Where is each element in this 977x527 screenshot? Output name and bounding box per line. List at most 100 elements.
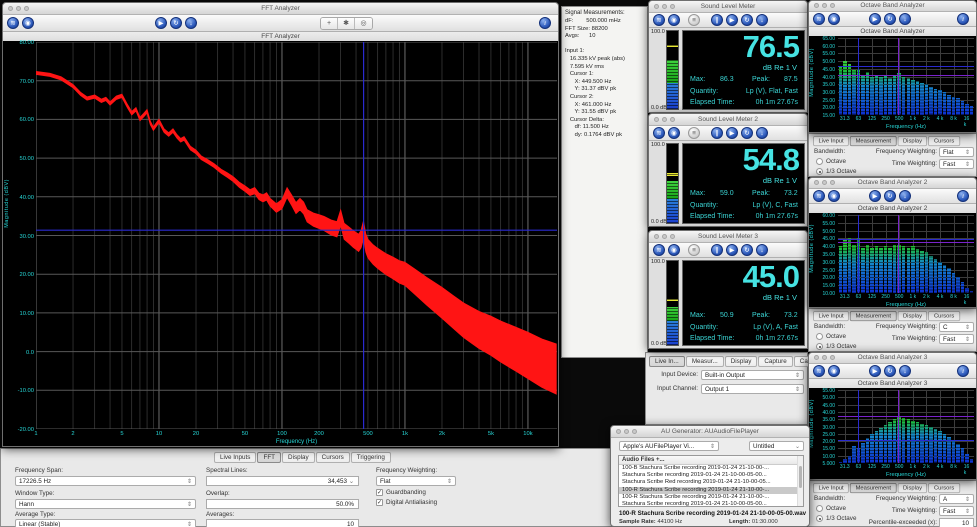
slm-titlebar[interactable]: Sound Level Meter 2 (649, 114, 807, 126)
vertical-cursor[interactable] (898, 38, 899, 115)
input-channel-select[interactable]: Output 1 ⇕ (701, 384, 804, 394)
save-button[interactable]: ↓ (756, 244, 768, 256)
play-button[interactable]: ▶ (726, 14, 738, 26)
close-button[interactable] (654, 4, 659, 9)
restart-button[interactable]: ↻ (884, 13, 896, 25)
oba-frequency-weighting-select[interactable]: A⇕ (939, 494, 974, 504)
tab-triggering[interactable]: Triggering (351, 452, 391, 463)
oba-plot[interactable] (838, 38, 974, 115)
tab-display[interactable]: Display (282, 452, 315, 463)
tab-live-in[interactable]: Live In... (649, 356, 685, 367)
scale-button[interactable]: ≡ (688, 127, 700, 139)
octave-radio[interactable]: Octave (816, 505, 846, 512)
time-weighting-select[interactable]: Fast⇕ (939, 506, 974, 516)
spectral-lines-field[interactable]: 34,453 ⌄ (206, 476, 359, 486)
third-octave-radio[interactable]: 1/3 Octave (816, 168, 856, 175)
input-button[interactable]: ≋ (7, 17, 19, 29)
info-button[interactable]: i (957, 365, 969, 377)
info-button[interactable]: i (957, 13, 969, 25)
play-button[interactable]: ▶ (726, 244, 738, 256)
tab-cursors[interactable]: Cursors (928, 483, 959, 493)
zoom-button[interactable] (24, 6, 29, 11)
oba-frequency-weighting-select[interactable]: C⇕ (939, 322, 974, 332)
oba-frequency-weighting-select[interactable]: Flat⇕ (939, 147, 974, 157)
tab-display[interactable]: Display (897, 311, 927, 321)
save-button[interactable]: ↓ (899, 13, 911, 25)
zoom-button[interactable] (670, 4, 675, 9)
file-row[interactable]: 100-R Stachura Scribe recording 2019-01-… (619, 487, 803, 494)
close-button[interactable] (654, 117, 659, 122)
tab-live-input[interactable]: Live Input (813, 136, 849, 146)
fft-analyzer-titlebar[interactable]: FFT Analyzer (3, 3, 558, 15)
file-row[interactable]: Stachura Scribe recording 2019-01-24 21-… (619, 501, 803, 507)
oba-titlebar[interactable]: Octave Band Analyzer 2 (809, 178, 976, 189)
tab-live-inputs[interactable]: Live Inputs (214, 452, 256, 463)
au-generator-titlebar[interactable]: AU Generator: AUAudioFilePlayer (611, 426, 809, 438)
save-button[interactable]: ↓ (899, 190, 911, 202)
scale-button[interactable]: ≡ (688, 14, 700, 26)
close-button[interactable] (8, 6, 13, 11)
fft-plot[interactable] (36, 42, 557, 429)
fft-frequency-weighting-select[interactable]: Flat ⇕ (376, 476, 456, 486)
channels-button[interactable]: ◉ (828, 365, 840, 377)
minimize-button[interactable] (662, 4, 667, 9)
tab-display[interactable]: Display (725, 356, 758, 367)
oba-titlebar[interactable]: Octave Band Analyzer (809, 1, 976, 12)
input-device-select[interactable]: Built-in Output ⇕ (701, 370, 804, 380)
minimize-button[interactable] (662, 234, 667, 239)
zoom-button[interactable] (632, 429, 637, 434)
average-type-select[interactable]: Linear (Stable) ⇕ (15, 519, 196, 527)
tab-measurement[interactable]: Measurement (850, 136, 896, 146)
zoom-button[interactable]: ◎ (355, 18, 372, 29)
close-button[interactable] (616, 429, 621, 434)
third-octave-radio[interactable]: 1/3 Octave (816, 343, 856, 350)
input-button[interactable]: ≋ (813, 190, 825, 202)
audio-file-list[interactable]: Audio Files +...100-B Stachura Scribe re… (618, 455, 804, 507)
channels-button[interactable]: ◉ (668, 14, 680, 26)
time-weighting-select[interactable]: Fast⇕ (939, 334, 974, 344)
minimize-button[interactable] (822, 3, 827, 8)
tab-measurement[interactable]: Measurement (850, 311, 896, 321)
vertical-cursor[interactable] (898, 215, 899, 293)
tab-display[interactable]: Display (897, 483, 927, 493)
guardbanding-checkbox[interactable]: ✓ Guardbanding (376, 489, 426, 496)
time-weighting-select[interactable]: Fast⇕ (939, 159, 974, 169)
plugin-select[interactable]: Apple's AUFilePlayer Vi... ⇕ (619, 441, 719, 451)
pause-button[interactable]: ∥ (711, 14, 723, 26)
add-button[interactable]: + (321, 18, 338, 29)
digital-antialiasing-checkbox[interactable]: ✓ Digital Antialiasing (376, 499, 437, 506)
play-button[interactable]: ▶ (869, 13, 881, 25)
slm-titlebar[interactable]: Sound Level Meter 3 (649, 231, 807, 243)
tab-measur[interactable]: Measur... (686, 356, 724, 367)
tab-live-input[interactable]: Live Input (813, 311, 849, 321)
restart-button[interactable]: ↻ (170, 17, 182, 29)
info-button[interactable]: i (957, 190, 969, 202)
pause-button[interactable]: ∥ (711, 127, 723, 139)
play-button[interactable]: ▶ (155, 17, 167, 29)
info-button[interactable]: i (539, 17, 551, 29)
vertical-cursor[interactable] (858, 390, 859, 463)
tab-capture[interactable]: Capture (758, 356, 792, 367)
averages-field[interactable]: 10 (206, 519, 359, 527)
save-button[interactable]: ↓ (899, 365, 911, 377)
zoom-button[interactable] (670, 234, 675, 239)
minimize-button[interactable] (822, 180, 827, 185)
input-button[interactable]: ≋ (813, 13, 825, 25)
minimize-button[interactable] (662, 117, 667, 122)
settings-button[interactable]: ✱ (338, 18, 355, 29)
scale-button[interactable]: ≡ (688, 244, 700, 256)
input-button[interactable]: ≋ (653, 244, 665, 256)
file-row[interactable]: Stachura Scribe Red recording 2019-01-24… (619, 479, 803, 486)
close-button[interactable] (814, 3, 819, 8)
slm-titlebar[interactable]: Sound Level Meter (649, 1, 807, 13)
file-row[interactable]: 100-R Stachura Scribe recording 2019-01-… (619, 494, 803, 501)
restart-button[interactable]: ↻ (884, 365, 896, 377)
pause-button[interactable]: ∥ (711, 244, 723, 256)
close-button[interactable] (654, 234, 659, 239)
channels-button[interactable]: ◉ (668, 127, 680, 139)
oba-plot[interactable] (838, 390, 974, 463)
octave-radio[interactable]: Octave (816, 333, 846, 340)
tab-cursors[interactable]: Cursors (928, 136, 959, 146)
zoom-button[interactable] (830, 3, 835, 8)
tab-cursors[interactable]: Cursors (316, 452, 350, 463)
